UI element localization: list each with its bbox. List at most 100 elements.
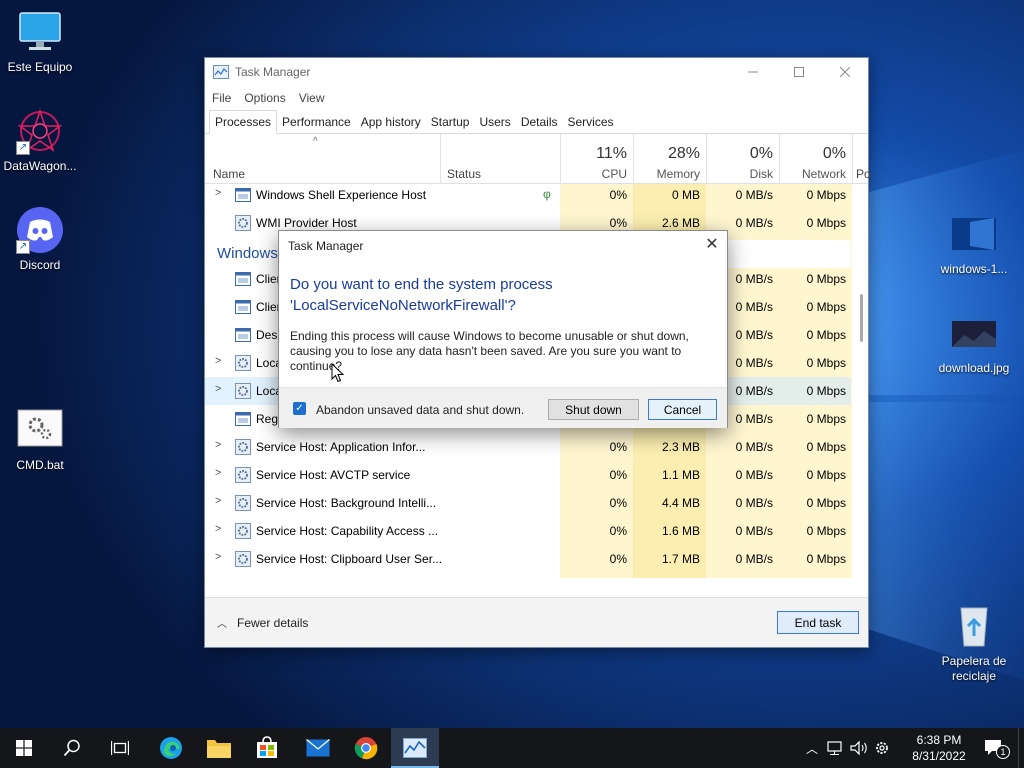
desktop-icon-download-jpg[interactable]: download.jpg <box>934 309 1014 376</box>
disk-cell: 0 MB/s <box>735 188 773 202</box>
abandon-data-checkbox[interactable]: ✓ <box>293 402 306 415</box>
chevron-right-icon[interactable]: > <box>215 439 221 451</box>
action-center-button[interactable]: 1 <box>974 728 1014 768</box>
fewer-details-toggle[interactable]: ︿ Fewer details <box>217 615 309 631</box>
cancel-button[interactable]: Cancel <box>648 399 717 420</box>
column-power[interactable]: Po <box>852 134 871 184</box>
taskbar-edge[interactable] <box>147 728 195 768</box>
dialog-title: Task Manager <box>288 239 364 253</box>
table-row[interactable]: > Windows Shell Experience Host 0% 0 MB 0 MB… <box>205 184 851 209</box>
image-file-icon <box>950 309 998 357</box>
desktop-icon-discord[interactable]: ↗ Discord <box>0 206 80 273</box>
recycle-bin-icon <box>950 602 998 650</box>
maximize-button[interactable] <box>776 58 822 86</box>
taskbar-mail[interactable] <box>294 728 342 768</box>
network-cell: 0 Mbps <box>806 552 846 566</box>
tab-processes[interactable]: Processes <box>209 110 278 134</box>
tab-users[interactable]: Users <box>474 111 515 133</box>
desktop-icon-datawagon[interactable]: ↗ DataWagon... <box>0 107 80 174</box>
chevron-right-icon[interactable]: > <box>215 523 221 535</box>
desktop-icon-label: DataWagon... <box>3 159 77 173</box>
taskbar-chrome[interactable] <box>342 728 390 768</box>
column-network[interactable]: 0% Network <box>779 134 852 184</box>
disk-cell: 0 MB/s <box>735 524 773 538</box>
desktop-icon-label: Papelera de reciclaje <box>941 654 1007 683</box>
tab-app-history[interactable]: App history <box>356 111 426 133</box>
shortcut-arrow-icon: ↗ <box>16 141 30 155</box>
abandon-data-checkbox-label[interactable]: Abandon unsaved data and shut down. <box>316 403 524 417</box>
network-icon[interactable] <box>824 740 848 756</box>
tab-details[interactable]: Details <box>516 111 563 133</box>
process-name: Service Host: Clipboard User Ser... <box>256 552 443 566</box>
taskbar-store[interactable] <box>243 728 291 768</box>
show-hidden-icons-chevron-icon[interactable]: ︿ <box>800 740 824 757</box>
tab-services[interactable]: Services <box>563 111 619 133</box>
chevron-right-icon[interactable]: > <box>215 355 221 367</box>
chevron-right-icon[interactable]: > <box>215 495 221 507</box>
volume-icon[interactable] <box>848 740 870 756</box>
chevron-right-icon[interactable]: > <box>215 467 221 479</box>
tab-performance[interactable]: Performance <box>277 111 356 133</box>
fewer-details-label: Fewer details <box>237 615 309 630</box>
monitor-icon <box>16 8 64 56</box>
taskbar-file-explorer[interactable] <box>195 728 243 768</box>
table-row[interactable]: > Service Host: Clipboard User Ser... 0% 1.… <box>205 545 851 573</box>
minimize-button[interactable] <box>730 58 776 86</box>
vertical-scrollbar-thumb[interactable] <box>860 294 863 342</box>
memory-cell: 1.7 MB <box>661 552 700 566</box>
network-cell: 0 Mbps <box>806 300 846 314</box>
network-cell: 0 Mbps <box>806 496 846 510</box>
column-status-label: Status <box>447 167 482 181</box>
chrome-icon <box>354 737 378 760</box>
close-button[interactable] <box>822 58 868 86</box>
title-bar[interactable]: Task Manager <box>205 58 868 86</box>
memory-cell: 2.3 MB <box>661 440 700 454</box>
sort-ascending-icon: ^ <box>313 136 318 147</box>
chevron-right-icon[interactable]: > <box>215 187 221 199</box>
network-cell: 0 Mbps <box>806 216 846 230</box>
menu-file[interactable]: File <box>212 91 231 105</box>
chevron-right-icon[interactable]: > <box>215 383 221 395</box>
datawagon-logo-icon: ↗ <box>16 107 64 155</box>
desktop-icon-windows-image[interactable]: windows-1... <box>934 210 1014 277</box>
desktop-icon-este-equipo[interactable]: Este Equipo <box>0 8 80 75</box>
column-disk[interactable]: 0% Disk <box>706 134 779 184</box>
process-name: Clier <box>256 300 281 314</box>
table-row[interactable]: > Service Host: Capability Access ... 0% 1.… <box>205 517 851 545</box>
edge-browser-icon <box>160 737 182 759</box>
menu-options[interactable]: Options <box>244 91 285 105</box>
desktop-icon-recycle-bin[interactable]: Papelera de reciclaje <box>934 602 1014 684</box>
taskbar-task-manager[interactable] <box>391 728 439 768</box>
column-status[interactable]: Status <box>440 134 560 184</box>
service-gear-icon <box>235 215 251 231</box>
search-button[interactable] <box>48 728 96 768</box>
table-row[interactable]: > Service Host: Background Intelli... 0% 4.… <box>205 489 851 517</box>
process-window-icon <box>235 188 251 202</box>
chevron-right-icon[interactable]: > <box>215 551 221 563</box>
shut-down-button[interactable]: Shut down <box>548 399 639 420</box>
cpu-cell: 0% <box>609 468 627 482</box>
menu-view[interactable]: View <box>299 91 325 105</box>
menu-bar: File Options View <box>205 86 868 110</box>
settings-gear-icon[interactable] <box>870 739 894 757</box>
column-memory[interactable]: 28% Memory <box>633 134 706 184</box>
task-view-button[interactable] <box>96 728 144 768</box>
process-name: Service Host: Capability Access ... <box>256 524 439 538</box>
desktop-icon-cmd-bat[interactable]: CMD.bat <box>0 406 80 473</box>
column-name-label: Name <box>213 167 246 181</box>
end-task-button[interactable]: End task <box>777 611 859 634</box>
table-row[interactable]: > Service Host: Application Infor... 0% 2.3… <box>205 433 851 461</box>
column-cpu[interactable]: 11% CPU <box>560 134 633 184</box>
dialog-close-icon[interactable]: ✕ <box>703 236 721 254</box>
column-header-row: ^ Name Status 11% CPU 28% Memory 0% Disk… <box>205 134 871 184</box>
service-gear-icon <box>235 551 251 567</box>
discord-icon: ↗ <box>16 206 64 254</box>
tab-startup[interactable]: Startup <box>426 111 475 133</box>
start-button[interactable] <box>0 728 48 768</box>
table-row[interactable]: > Service Host: AVCTP service 0% 1.1 MB 0 MB… <box>205 461 851 489</box>
show-desktop-strip[interactable] <box>1018 728 1024 768</box>
search-icon <box>63 739 80 757</box>
column-name[interactable]: ^ Name <box>205 134 440 184</box>
disk-cell: 0 MB/s <box>735 468 773 482</box>
system-clock[interactable]: 6:38 PM 8/31/2022 <box>905 732 973 764</box>
